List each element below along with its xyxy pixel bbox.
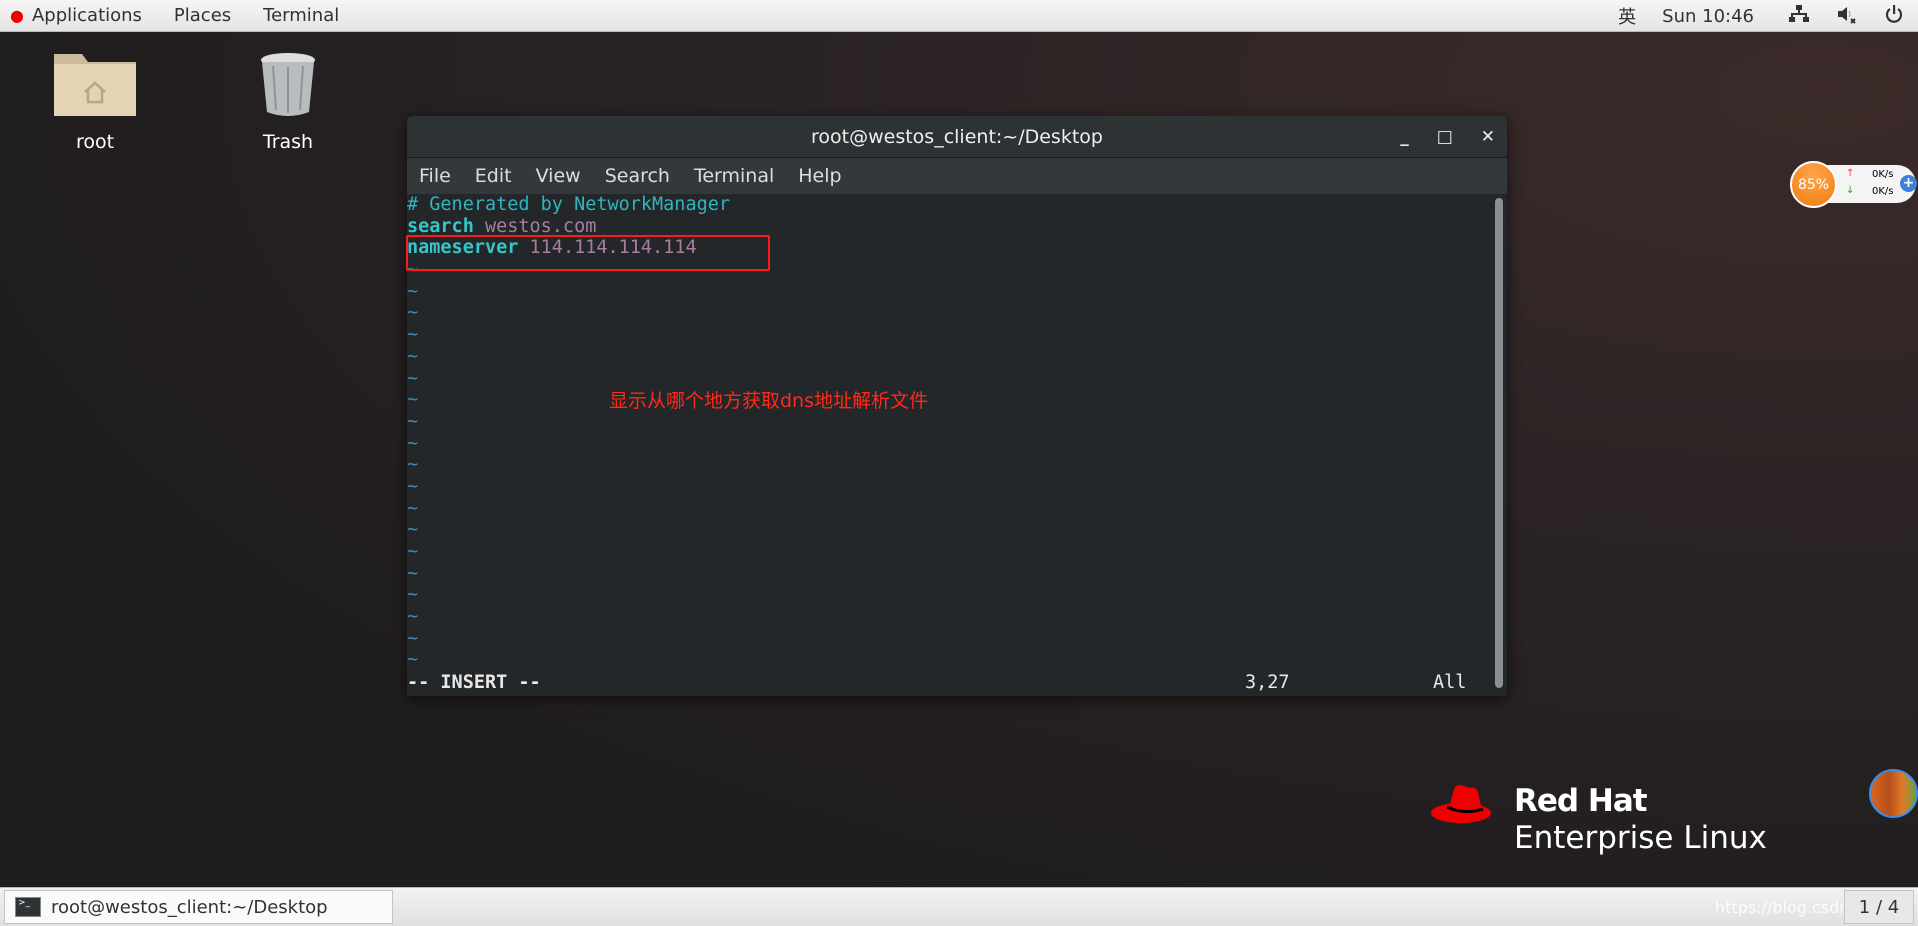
taskbar-window-button[interactable]: >_ root@westos_client:~/Desktop: [4, 890, 393, 924]
power-icon[interactable]: [1884, 4, 1904, 29]
highlight-box: [406, 235, 770, 271]
empty-line-tilde: ~: [407, 302, 419, 324]
redhat-menu-icon: ●: [10, 6, 24, 25]
comment: # Generated by NetworkManager: [407, 194, 731, 215]
desktop-icon-label: root: [75, 131, 115, 153]
scrollbar[interactable]: [1495, 198, 1503, 688]
logo-line1: Red Hat: [1514, 783, 1648, 819]
empty-line-tilde: ~: [407, 627, 419, 649]
file-line: # Generated by NetworkManager: [407, 194, 1507, 216]
empty-line-tilde: ~: [407, 497, 419, 519]
window-title: root@westos_client:~/Desktop: [811, 125, 1103, 148]
bottom-taskbar: >_ root@westos_client:~/Desktop https://…: [0, 887, 1918, 926]
red-hat-icon: [1431, 785, 1491, 823]
places-menu[interactable]: Places: [174, 5, 231, 26]
network-speed-widget[interactable]: 85% ↑ ↓ 0K/s 0K/s +: [1790, 161, 1918, 208]
minimize-button[interactable]: _: [1400, 127, 1409, 147]
avatar[interactable]: [1869, 769, 1918, 818]
menu-search[interactable]: Search: [605, 165, 670, 187]
applications-menu[interactable]: Applications: [32, 5, 142, 26]
empty-line-tilde: ~: [407, 280, 419, 302]
desktop-icon-root[interactable]: root: [40, 48, 150, 153]
menu-terminal[interactable]: Terminal: [694, 165, 774, 187]
empty-line-tilde: ~: [407, 410, 419, 432]
empty-line-tilde: ~: [407, 432, 419, 454]
maximize-button[interactable]: □: [1437, 127, 1453, 147]
empty-line-tilde: ~: [407, 649, 419, 671]
workspace-indicator[interactable]: 1 / 4: [1844, 890, 1914, 924]
close-button[interactable]: ✕: [1481, 127, 1495, 147]
empty-line-tilde: ~: [407, 584, 419, 606]
plus-icon[interactable]: +: [1900, 175, 1917, 192]
terminal-app-menu[interactable]: Terminal: [263, 5, 339, 26]
redhat-logo: Red Hat Enterprise Linux: [1431, 783, 1767, 856]
input-method-indicator[interactable]: 英: [1618, 3, 1636, 29]
empty-line-tilde: ~: [407, 324, 419, 346]
desktop-icon-label: Trash: [262, 131, 314, 153]
value: westos.com: [484, 215, 597, 237]
trash-icon: [261, 53, 315, 116]
empty-line-tilde: ~: [407, 519, 419, 541]
empty-line-tilde: ~: [407, 454, 419, 476]
keyword: search: [407, 215, 474, 237]
download-arrow-icon: ↓: [1846, 185, 1855, 196]
annotation-text: 显示从哪个地方获取dns地址解析文件: [609, 390, 929, 412]
mode-indicator: -- INSERT --: [407, 672, 541, 694]
menu-help[interactable]: Help: [798, 165, 841, 187]
empty-line-tilde: ~: [407, 541, 419, 562]
scroll-position: All: [1433, 672, 1467, 694]
terminal-window: root@westos_client:~/Desktop _ □ ✕ File …: [407, 116, 1507, 696]
logo-line2: Enterprise Linux: [1514, 820, 1767, 856]
menu-file[interactable]: File: [419, 165, 451, 187]
terminal-menubar: File Edit View Search Terminal Help: [407, 158, 1507, 194]
menu-edit[interactable]: Edit: [475, 165, 512, 187]
empty-line-tilde: ~: [407, 562, 419, 584]
empty-line-tilde: ~: [407, 367, 419, 389]
volume-muted-icon[interactable]: [1836, 4, 1858, 29]
desktop-icon-trash[interactable]: Trash: [233, 48, 343, 153]
cursor-position: 3,27: [1245, 672, 1290, 694]
upload-arrow-icon: ↑: [1846, 168, 1855, 179]
empty-line-tilde: ~: [407, 606, 419, 628]
empty-line-tilde: ~: [407, 389, 419, 411]
clock[interactable]: Sun 10:46: [1662, 6, 1754, 27]
download-speed: 0K/s: [1872, 186, 1894, 197]
home-folder-icon: [54, 54, 136, 116]
upload-speed: 0K/s: [1872, 169, 1894, 180]
percent-badge: 85%: [1790, 161, 1837, 208]
taskbar-window-label: root@westos_client:~/Desktop: [51, 896, 328, 918]
vim-status-line: -- INSERT -- 3,27 All: [407, 672, 1497, 694]
terminal-icon: >_: [15, 897, 41, 917]
terminal-titlebar[interactable]: root@westos_client:~/Desktop _ □ ✕: [407, 116, 1507, 158]
empty-line-tilde: ~: [407, 345, 419, 367]
empty-line-tilde: ~: [407, 475, 419, 497]
menu-view[interactable]: View: [536, 165, 581, 187]
network-icon[interactable]: [1788, 4, 1810, 29]
top-bar: ● Applications Places Terminal 英 Sun 10:…: [0, 0, 1918, 32]
